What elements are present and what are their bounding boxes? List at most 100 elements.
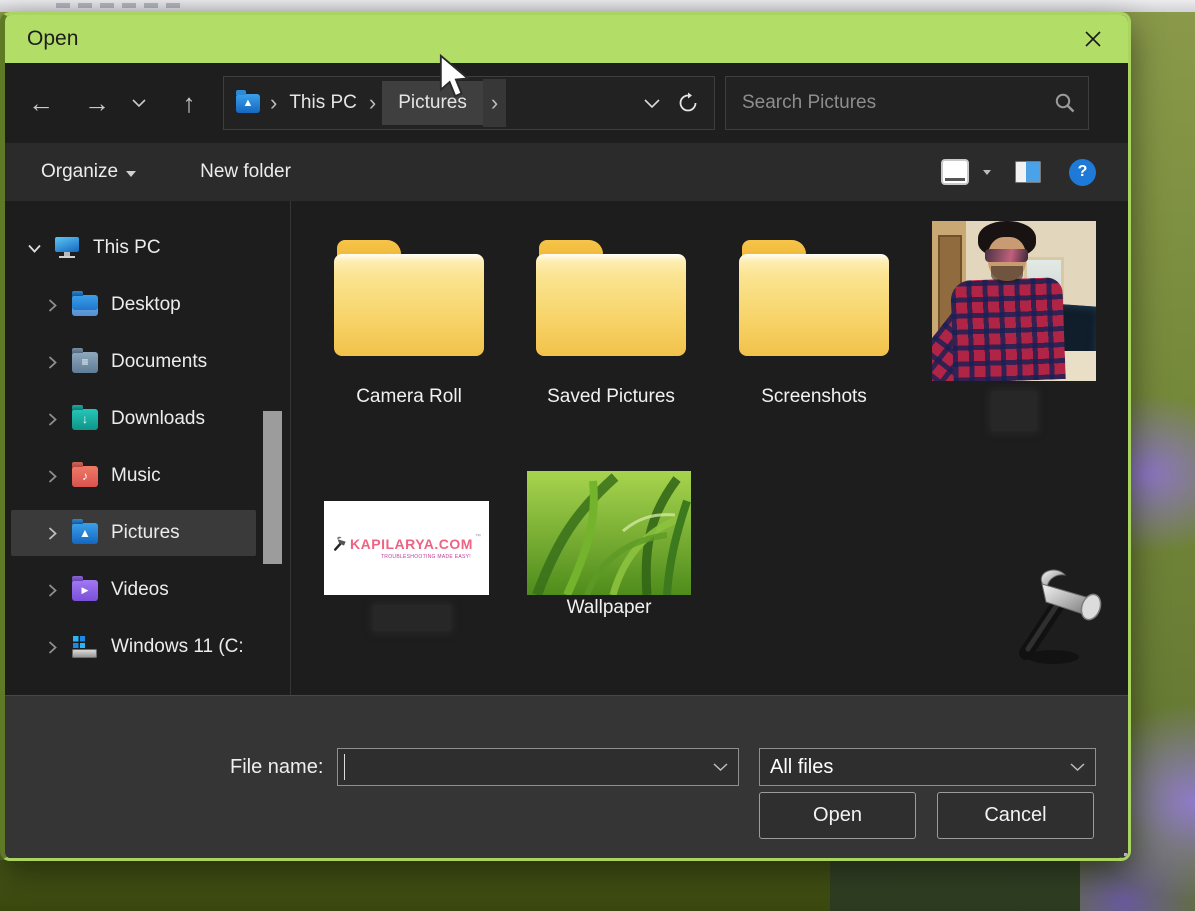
up-arrow-icon: ↑	[183, 90, 196, 116]
videos-glyph: ▶	[82, 586, 89, 595]
photo-art	[950, 277, 1065, 381]
view-mode-icon[interactable]	[941, 159, 969, 185]
music-folder-icon: ♪	[72, 466, 98, 487]
chevron-right-icon[interactable]	[45, 470, 59, 483]
view-mode-dropdown-caret[interactable]	[983, 170, 991, 175]
chevron-down-icon[interactable]	[27, 244, 41, 253]
command-toolbar: Organize New folder ?	[5, 143, 1128, 201]
back-button[interactable]: ←	[21, 83, 61, 123]
redacted-file-name	[373, 605, 451, 631]
downloads-folder-icon: ↓	[72, 409, 98, 430]
folder-label: Camera Roll	[356, 386, 462, 408]
desktop-wallpaper-region	[0, 860, 830, 911]
file-name-input[interactable]	[344, 754, 713, 780]
documents-glyph: ≡	[81, 356, 88, 368]
pictures-folder-icon: ▲	[236, 94, 260, 113]
chevron-right-icon[interactable]	[45, 299, 59, 312]
sidebar-item-this-pc[interactable]: This PC	[11, 225, 256, 271]
up-button[interactable]: ↑	[169, 83, 209, 123]
sidebar-item-windows-c-drive[interactable]: Windows 11 (C:	[11, 624, 256, 670]
chevron-right-icon[interactable]	[45, 641, 59, 654]
close-icon	[1084, 30, 1102, 48]
preview-pane-icon[interactable]	[1015, 161, 1041, 183]
file-type-select[interactable]: All files	[759, 748, 1096, 786]
search-box[interactable]	[725, 76, 1089, 130]
sidebar-item-label: Windows 11 (C:	[111, 636, 244, 658]
logo-row: KAPILARYA.COM ™	[332, 536, 481, 552]
organize-button[interactable]: Organize	[41, 161, 136, 183]
image-thumbnail-selfie[interactable]	[932, 221, 1096, 381]
image-thumbnail-logo[interactable]: KAPILARYA.COM ™ TROUBLESHOOTING MADE EAS…	[324, 501, 489, 595]
cancel-button[interactable]: Cancel	[937, 792, 1094, 839]
sidebar-item-downloads[interactable]: ↓ Downloads	[11, 396, 256, 442]
videos-folder-icon: ▶	[72, 580, 98, 601]
folder-tile-screenshots[interactable]: Screenshots	[729, 240, 899, 408]
breadcrumb-separator: ›	[264, 90, 283, 116]
breadcrumb-expand-chevron[interactable]: ›	[483, 79, 506, 127]
image-label: Wallpaper	[527, 597, 691, 619]
help-icon[interactable]: ?	[1069, 159, 1096, 186]
hammer-watermark-icon	[1013, 565, 1113, 670]
sidebar-item-documents[interactable]: ≡ Documents	[11, 339, 256, 385]
folder-tile-camera-roll[interactable]: Camera Roll	[324, 240, 494, 408]
close-button[interactable]	[1076, 22, 1110, 56]
back-arrow-icon: ←	[28, 90, 54, 116]
dialog-titlebar[interactable]: Open	[5, 15, 1128, 63]
navigation-bar: ← → ↑ ▲ › This PC › Pictures ›	[5, 63, 1128, 143]
forward-button[interactable]: →	[77, 83, 117, 123]
file-type-value: All files	[770, 756, 1070, 779]
breadcrumb-separator: ›	[363, 90, 382, 116]
file-name-label: File name:	[230, 756, 323, 779]
folder-label: Saved Pictures	[547, 386, 675, 408]
sidebar-item-label: Music	[111, 465, 161, 487]
folder-tile-saved-pictures[interactable]: Saved Pictures	[526, 240, 696, 408]
pictures-glyph: ▲	[79, 527, 91, 539]
chevron-right-icon[interactable]	[45, 413, 59, 426]
chevron-down-icon	[1070, 762, 1085, 772]
file-name-combobox[interactable]	[337, 748, 739, 786]
sidebar-item-pictures[interactable]: ▲ Pictures	[11, 510, 256, 556]
sidebar-item-label: Documents	[111, 351, 207, 373]
dialog-title: Open	[27, 27, 78, 51]
pictures-folder-icon: ▲	[72, 523, 98, 544]
background-window-edge	[0, 0, 1195, 12]
desktop-wallpaper-region	[830, 860, 1080, 911]
breadcrumb-this-pc[interactable]: This PC	[283, 83, 363, 123]
search-icon[interactable]	[1054, 92, 1076, 114]
search-input[interactable]	[740, 91, 1054, 115]
music-glyph: ♪	[82, 470, 88, 482]
chevron-right-icon[interactable]	[45, 356, 59, 369]
desktop: Open ← → ↑ ▲ › This PC ›	[0, 0, 1195, 911]
photo-art	[985, 249, 1028, 262]
sidebar-scrollbar-thumb[interactable]	[263, 411, 282, 564]
chevron-down-icon	[644, 98, 660, 109]
chevron-right-icon[interactable]	[45, 527, 59, 540]
sidebar-item-label: Desktop	[111, 294, 181, 316]
sidebar-item-videos[interactable]: ▶ Videos	[11, 567, 256, 613]
hammer-icon	[332, 536, 348, 552]
new-folder-button[interactable]: New folder	[200, 161, 291, 183]
open-button[interactable]: Open	[759, 792, 916, 839]
address-dropdown-button[interactable]	[634, 83, 670, 123]
open-file-dialog: Open ← → ↑ ▲ › This PC ›	[0, 12, 1131, 861]
downloads-glyph: ↓	[82, 413, 88, 425]
folder-label: Screenshots	[761, 386, 867, 408]
sidebar-item-music[interactable]: ♪ Music	[11, 453, 256, 499]
image-thumbnail-wallpaper[interactable]	[527, 471, 691, 595]
help-glyph: ?	[1078, 163, 1088, 181]
file-list-area[interactable]: Camera Roll Saved Pictures Screenshots	[291, 201, 1128, 695]
sidebar-item-desktop[interactable]: Desktop	[11, 282, 256, 328]
resize-grip[interactable]	[1115, 853, 1118, 856]
dialog-body: This PC Desktop ≡ Documents	[5, 201, 1128, 695]
recent-locations-button[interactable]	[125, 83, 153, 123]
logo-trademark: ™	[475, 534, 481, 540]
refresh-button[interactable]	[670, 83, 706, 123]
pictures-glyph: ▲	[243, 98, 254, 109]
photo-art	[991, 266, 1023, 283]
mouse-cursor-icon	[438, 54, 472, 100]
folder-icon	[739, 240, 889, 356]
chevron-right-icon[interactable]	[45, 584, 59, 597]
chevron-down-icon[interactable]	[713, 762, 728, 772]
desktop-folder-icon	[72, 295, 98, 316]
chevron-down-icon	[132, 98, 146, 108]
